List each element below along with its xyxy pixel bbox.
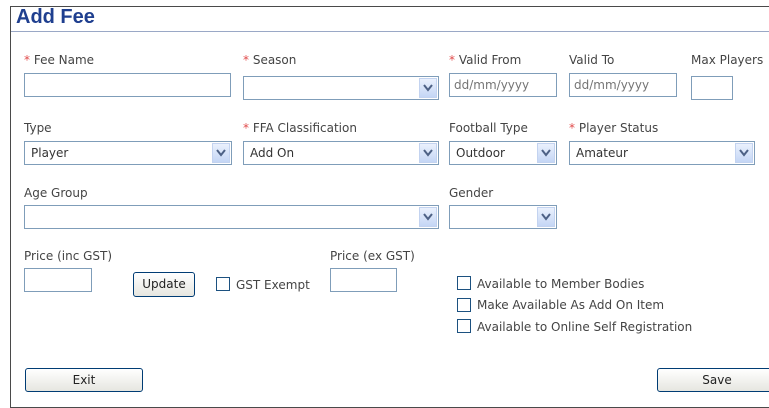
required-marker: * — [243, 53, 249, 67]
valid-from-input[interactable] — [449, 73, 557, 97]
fee-name-input[interactable] — [24, 73, 231, 97]
age-group-select[interactable] — [24, 205, 439, 229]
football-type-label: Football Type — [449, 121, 528, 135]
page-title: Add Fee — [16, 6, 95, 28]
age-group-label: Age Group — [24, 186, 88, 200]
valid-from-label-text: Valid From — [458, 53, 522, 67]
chevron-down-icon[interactable] — [537, 207, 555, 227]
price-ex-gst-label: Price (ex GST) — [330, 249, 415, 263]
max-players-input[interactable] — [691, 76, 733, 100]
fee-name-label: * Fee Name — [24, 53, 94, 67]
price-inc-gst-input[interactable] — [24, 268, 92, 292]
chevron-down-icon[interactable] — [537, 143, 555, 163]
available-member-bodies-label: Available to Member Bodies — [477, 277, 645, 291]
max-players-label: Max Players — [691, 53, 764, 67]
chevron-down-icon[interactable] — [419, 207, 437, 227]
title-divider — [11, 31, 769, 32]
chevron-down-icon[interactable] — [419, 143, 437, 163]
valid-to-input[interactable] — [569, 73, 677, 97]
player-status-select[interactable]: Amateur — [569, 141, 755, 165]
gst-exempt-label: GST Exempt — [236, 278, 310, 292]
save-button[interactable]: Save — [657, 368, 769, 392]
available-online-self-registration-checkbox[interactable] — [457, 319, 471, 333]
chevron-down-icon[interactable] — [419, 78, 437, 98]
ffa-classification-label: * FFA Classification — [243, 121, 357, 135]
valid-from-label: * Valid From — [449, 53, 521, 67]
type-label: Type — [24, 121, 52, 135]
price-ex-gst-input[interactable] — [330, 268, 397, 292]
season-label: * Season — [243, 53, 296, 67]
player-status-label: * Player Status — [569, 121, 658, 135]
fee-name-label-text: Fee Name — [33, 53, 95, 67]
make-available-add-on-label: Make Available As Add On Item — [477, 298, 665, 312]
update-button[interactable]: Update — [133, 272, 195, 297]
gender-label: Gender — [449, 186, 494, 200]
gender-select[interactable] — [449, 205, 557, 229]
required-marker: * — [569, 121, 575, 135]
season-label-text: Season — [252, 53, 297, 67]
ffa-classification-label-text: FFA Classification — [252, 121, 357, 135]
type-select-value: Player — [31, 146, 69, 160]
required-marker: * — [449, 53, 455, 67]
chevron-down-icon[interactable] — [212, 143, 230, 163]
make-available-add-on-checkbox[interactable] — [457, 298, 471, 312]
available-member-bodies-checkbox[interactable] — [457, 276, 471, 290]
player-status-select-value: Amateur — [576, 146, 628, 160]
exit-button[interactable]: Exit — [25, 368, 143, 392]
gst-exempt-checkbox[interactable] — [216, 277, 230, 291]
player-status-label-text: Player Status — [578, 121, 659, 135]
type-select[interactable]: Player — [24, 141, 232, 165]
football-type-select[interactable]: Outdoor — [449, 141, 557, 165]
available-online-self-registration-label: Available to Online Self Registration — [477, 320, 693, 334]
required-marker: * — [243, 121, 249, 135]
season-select[interactable] — [243, 76, 439, 100]
ffa-classification-select[interactable]: Add On — [243, 141, 439, 165]
price-inc-gst-label: Price (inc GST) — [24, 249, 113, 263]
chevron-down-icon[interactable] — [735, 143, 753, 163]
football-type-select-value: Outdoor — [456, 146, 505, 160]
required-marker: * — [24, 53, 30, 67]
ffa-classification-select-value: Add On — [250, 146, 295, 160]
valid-to-label: Valid To — [569, 53, 615, 67]
